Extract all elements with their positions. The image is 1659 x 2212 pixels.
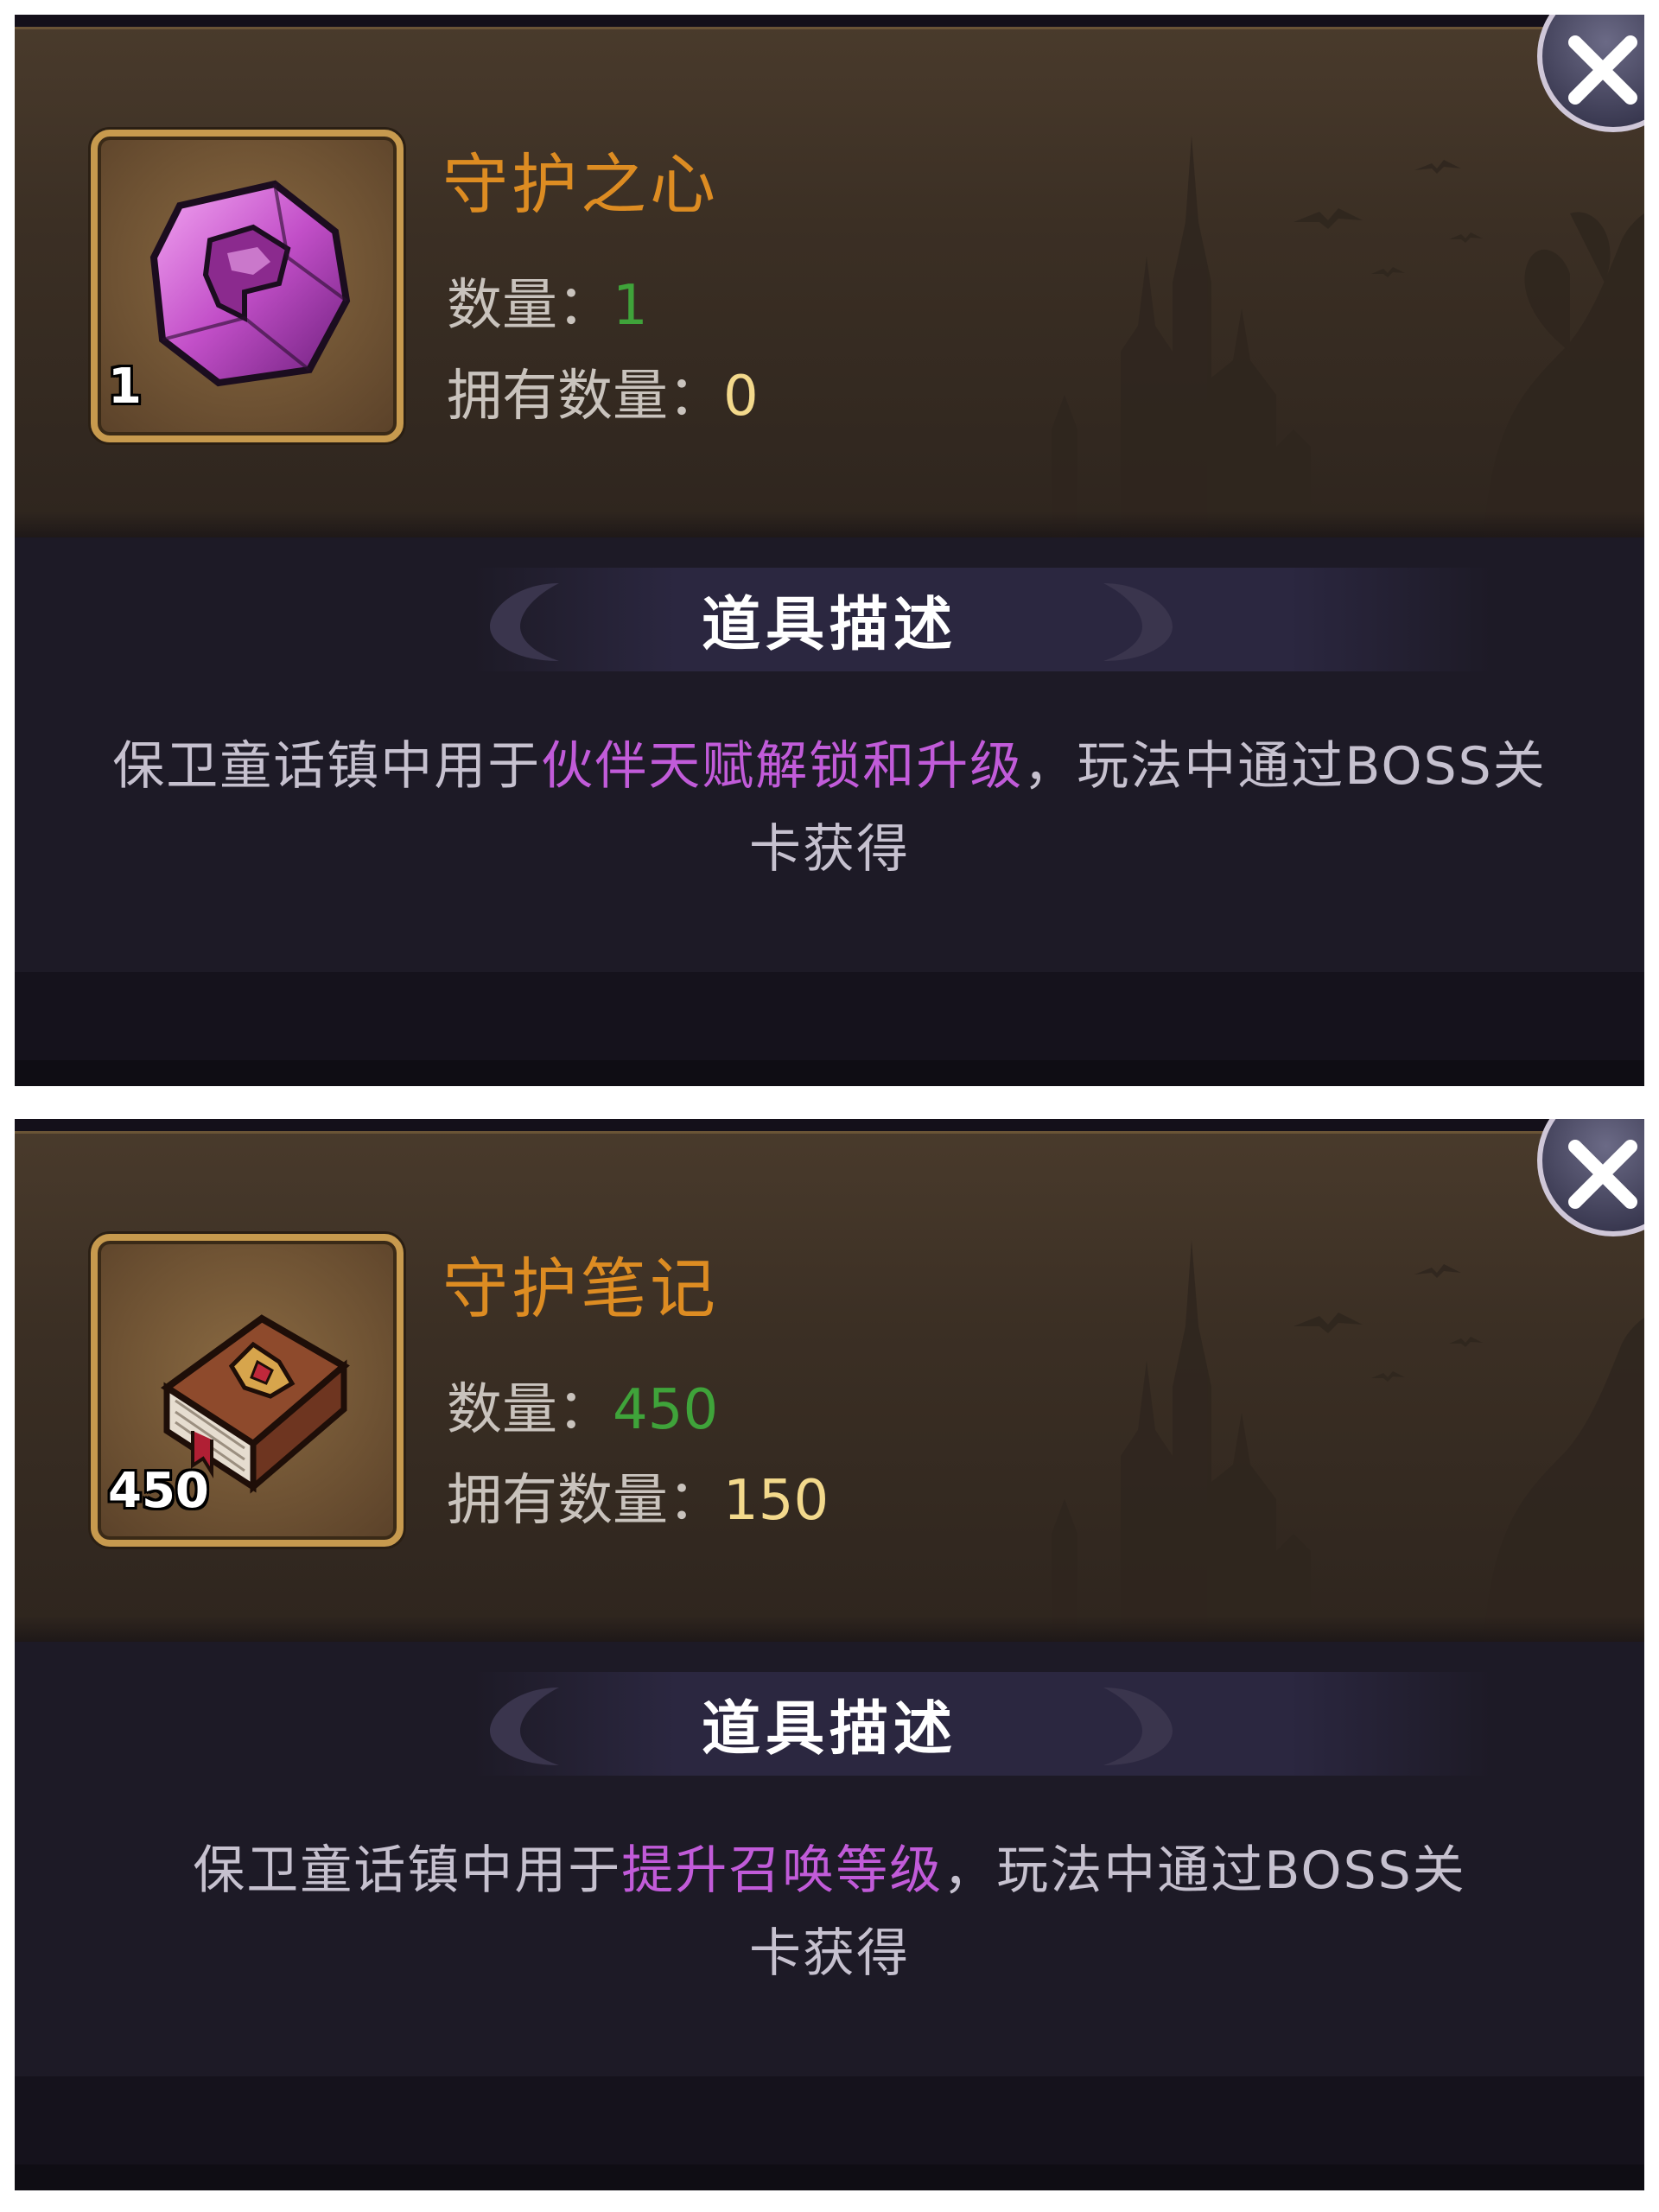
castle-silhouette-icon [1052, 136, 1644, 537]
close-icon [1568, 35, 1637, 105]
description-highlight: 提升召唤等级 [621, 1840, 944, 1901]
item-icon-frame[interactable]: 1 [91, 130, 404, 442]
icon-quantity: 450 [108, 1463, 209, 1519]
pink-crystal-icon [149, 180, 351, 387]
owned-row: 拥有数量：150 [447, 1456, 829, 1535]
description-title: 道具描述 [701, 1695, 957, 1764]
owned-label: 拥有数量： [447, 1469, 723, 1533]
item-name: 守护之心 [442, 146, 719, 223]
quantity-row: 数量：1 [447, 261, 648, 340]
item-name: 守护笔记 [442, 1250, 719, 1327]
owned-row: 拥有数量：0 [447, 352, 759, 431]
quantity-label: 数量： [447, 274, 613, 338]
description-header: 道具描述 [15, 550, 1644, 671]
owned-label: 拥有数量： [447, 365, 723, 429]
description-prefix: 保卫童话镇中用于 [112, 736, 542, 797]
item-panel-2: 450 守护笔记 数量：450 拥有数量：150 道具描述 保卫童话镇中用于提升… [15, 1119, 1644, 2190]
castle-silhouette-icon [1052, 1240, 1644, 1642]
quantity-row: 数量：450 [447, 1365, 718, 1445]
panel-border [15, 1119, 1644, 1134]
item-header: 450 守护笔记 数量：450 拥有数量：150 [15, 1119, 1644, 1642]
quantity-value: 1 [613, 274, 648, 338]
description-highlight: 伙伴天赋解锁和升级 [541, 736, 1024, 797]
description-title: 道具描述 [701, 591, 957, 659]
quantity-label: 数量： [447, 1378, 613, 1442]
panel-footer [15, 972, 1644, 1086]
description-text: 保卫童话镇中用于提升召唤等级，玩法中通过BOSS关卡获得 [170, 1829, 1489, 1995]
item-icon-frame[interactable]: 450 [91, 1234, 404, 1547]
panel-border [15, 15, 1644, 29]
panel-footer [15, 2076, 1644, 2190]
quantity-value: 450 [613, 1378, 719, 1442]
description-header: 道具描述 [15, 1655, 1644, 1776]
description-prefix: 保卫童话镇中用于 [193, 1840, 622, 1901]
icon-quantity: 1 [108, 359, 142, 415]
item-header: 1 守护之心 数量：1 拥有数量：0 [15, 15, 1644, 537]
owned-value: 0 [723, 365, 759, 429]
close-icon [1568, 1140, 1637, 1209]
description-text: 保卫童话镇中用于伙伴天赋解锁和升级，玩法中通过BOSS关卡获得 [110, 725, 1549, 891]
owned-value: 150 [723, 1469, 830, 1533]
item-panel-1: 1 守护之心 数量：1 拥有数量：0 道具描述 保卫童话镇中用于伙伴天赋解锁和升… [15, 15, 1644, 1086]
